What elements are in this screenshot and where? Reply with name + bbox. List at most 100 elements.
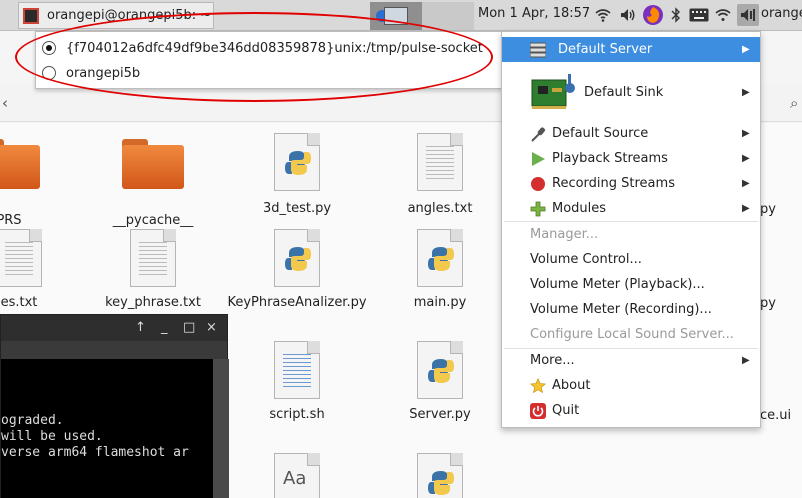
menu-item-recording-streams[interactable]: Recording Streams ▶ bbox=[502, 171, 760, 196]
speaker-icon[interactable] bbox=[619, 4, 637, 26]
file-label: es.txt bbox=[0, 295, 38, 310]
sound-card-icon bbox=[531, 74, 575, 109]
menu-item-label: Default Server bbox=[558, 42, 653, 57]
power-icon bbox=[530, 402, 546, 419]
file-label: Server.py bbox=[409, 407, 471, 422]
menu-item-default-sink[interactable]: Default Sink ▶ bbox=[502, 68, 760, 116]
menu-item-default-source[interactable]: Default Source ▶ bbox=[502, 121, 760, 146]
menu-item-modules[interactable]: Modules ▶ bbox=[502, 196, 760, 221]
server-option-label: orangepi5b bbox=[66, 65, 141, 81]
wifi-icon[interactable] bbox=[714, 4, 732, 26]
menu-item-manager: Manager... bbox=[502, 222, 760, 247]
record-icon bbox=[531, 176, 545, 191]
server-submenu: {f704012a6dfc49df9be346dd08359878}unix:/… bbox=[35, 31, 502, 89]
terminal-line: will be used. bbox=[1, 429, 103, 444]
file-item-python[interactable]: 3d_test.py bbox=[232, 133, 362, 216]
server-option[interactable]: {f704012a6dfc49df9be346dd08359878}unix:/… bbox=[42, 38, 483, 58]
file-item-folder[interactable]: __pycache__ bbox=[88, 137, 218, 228]
top-panel: orangepi@orangepi5b: ~ Mon 1 Apr, 18:57 … bbox=[0, 0, 802, 31]
python-file-icon bbox=[417, 229, 463, 287]
file-item-folder[interactable]: PRS bbox=[0, 137, 74, 228]
file-label: key_phrase.txt bbox=[105, 295, 201, 310]
terminal-titlebar[interactable]: ↑ _ □ × bbox=[1, 315, 227, 341]
text-file-icon bbox=[0, 229, 42, 287]
menu-item-default-server[interactable]: Default Server ▶ bbox=[502, 37, 760, 62]
radio-selected-icon bbox=[42, 41, 56, 55]
menu-item-label: Default Sink bbox=[584, 84, 664, 100]
play-icon bbox=[532, 151, 545, 166]
menu-item-label: Recording Streams bbox=[552, 176, 675, 191]
file-label-partial[interactable]: py bbox=[760, 202, 776, 217]
minimize-button[interactable]: _ bbox=[161, 320, 168, 335]
menu-item-volume-meter-playback[interactable]: Volume Meter (Playback)... bbox=[502, 272, 760, 297]
chevron-left-icon[interactable]: ‹ bbox=[2, 94, 8, 112]
menu-item-label: Volume Meter (Recording)... bbox=[530, 302, 712, 317]
menu-item-label: More... bbox=[530, 353, 575, 368]
file-label: __pycache__ bbox=[112, 213, 194, 228]
file-item-script[interactable]: script.sh bbox=[232, 341, 362, 422]
clock[interactable]: Mon 1 Apr, 18:57 bbox=[478, 6, 590, 21]
file-label: main.py bbox=[413, 295, 467, 310]
menu-item-quit[interactable]: Quit bbox=[502, 398, 760, 423]
menu-item-label: Playback Streams bbox=[552, 151, 668, 166]
file-label: 3d_test.py bbox=[262, 201, 332, 216]
python-file-icon bbox=[274, 229, 320, 287]
close-button[interactable]: × bbox=[206, 320, 217, 335]
workspace-switcher[interactable] bbox=[370, 2, 474, 30]
submenu-arrow-icon: ▶ bbox=[742, 44, 750, 55]
file-item-python[interactable]: main.py bbox=[375, 229, 505, 310]
firefox-icon[interactable] bbox=[641, 4, 665, 26]
terminal-window[interactable]: ↑ _ □ × ograded. will be used. verse arm64… bbox=[0, 314, 229, 498]
terminal-output[interactable]: ograded. will be used. verse arm64 flamesh… bbox=[1, 359, 213, 498]
server-option-label: {f704012a6dfc49df9be346dd08359878}unix:/… bbox=[66, 40, 483, 56]
menu-item-label: Volume Control... bbox=[530, 252, 642, 267]
wifi-icon[interactable] bbox=[594, 4, 612, 26]
search-icon[interactable]: ⌕ bbox=[790, 94, 798, 112]
file-item-font[interactable]: Aa bbox=[232, 453, 362, 498]
file-item-python[interactable] bbox=[375, 453, 505, 498]
server-icon bbox=[530, 42, 546, 57]
terminal-scrollbar[interactable] bbox=[213, 359, 229, 498]
terminal-line: verse arm64 flameshot ar bbox=[1, 445, 189, 460]
menu-item-label: Volume Meter (Playback)... bbox=[530, 277, 705, 292]
file-item-python[interactable]: Server.py bbox=[375, 341, 505, 422]
menu-item-playback-streams[interactable]: Playback Streams ▶ bbox=[502, 146, 760, 171]
python-file-icon bbox=[274, 133, 320, 191]
file-item-text[interactable]: angles.txt bbox=[375, 133, 505, 216]
font-file-icon: Aa bbox=[274, 453, 320, 498]
submenu-arrow-icon: ▶ bbox=[742, 128, 750, 139]
submenu-arrow-icon: ▶ bbox=[742, 203, 750, 214]
script-file-icon bbox=[274, 341, 320, 399]
python-file-icon bbox=[417, 341, 463, 399]
server-option[interactable]: orangepi5b bbox=[42, 63, 140, 83]
menu-item-label: Quit bbox=[552, 403, 580, 418]
file-label-partial[interactable]: ce.ui bbox=[760, 408, 791, 423]
menu-item-label: Manager... bbox=[530, 227, 599, 242]
menu-item-about[interactable]: About bbox=[502, 373, 760, 398]
file-label-partial[interactable]: py bbox=[760, 296, 776, 311]
file-item-text[interactable]: es.txt bbox=[0, 229, 84, 310]
user-menu[interactable]: orangepi bbox=[761, 6, 802, 21]
folder-icon bbox=[122, 137, 184, 189]
taskbar-terminal-button[interactable]: orangepi@orangepi5b: ~ bbox=[18, 2, 214, 29]
submenu-arrow-icon: ▶ bbox=[742, 153, 750, 164]
keep-above-button[interactable]: ↑ bbox=[135, 320, 146, 335]
workspace-1[interactable] bbox=[370, 2, 422, 30]
menu-item-more[interactable]: More... ▶ bbox=[502, 348, 760, 373]
pulseaudio-tray-icon[interactable] bbox=[737, 4, 759, 26]
star-icon bbox=[530, 377, 546, 393]
menu-item-label: Modules bbox=[552, 201, 607, 216]
folder-icon bbox=[0, 137, 40, 189]
pulseaudio-menu: Default Server ▶ Default Sink ▶ Default … bbox=[501, 31, 761, 428]
keyboard-icon[interactable] bbox=[688, 4, 710, 26]
menu-item-volume-control[interactable]: Volume Control... bbox=[502, 247, 760, 272]
task-title: orangepi@orangepi5b: ~ bbox=[47, 8, 212, 23]
bluetooth-icon[interactable] bbox=[669, 4, 683, 26]
maximize-button[interactable]: □ bbox=[183, 320, 195, 335]
file-item-python[interactable]: KeyPhraseAnalizer.py bbox=[212, 229, 382, 310]
file-item-text[interactable]: key_phrase.txt bbox=[88, 229, 218, 310]
microphone-icon bbox=[531, 126, 546, 142]
menu-item-volume-meter-recording[interactable]: Volume Meter (Recording)... bbox=[502, 297, 760, 322]
plus-icon bbox=[530, 201, 546, 216]
python-file-icon bbox=[417, 453, 463, 498]
